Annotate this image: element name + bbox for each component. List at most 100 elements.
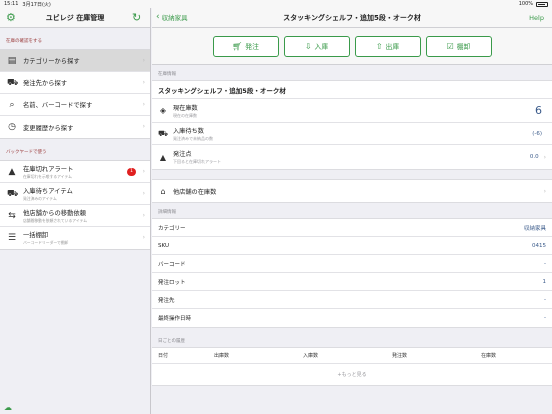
ship-button[interactable]: ⇧ 出庫 (354, 35, 421, 57)
alert-icon: ▲ (8, 166, 16, 177)
menu-check: ▤ カテゴリーから探す › ⛟ 発注先から探す › ⌕ 名前、バーコードで探す … (0, 49, 150, 139)
sidebar-item-label: 入庫待ちアイテム (23, 187, 73, 195)
detail-row: 最終操作日時 - (152, 309, 552, 327)
sidebar-item-sub: バーコードリーダーで棚卸 (23, 240, 69, 245)
box-icon: ▤ (7, 55, 17, 66)
history-col-order: 発注数 (392, 353, 408, 359)
detail-value: 1 (542, 278, 547, 285)
truck-icon: ⛟ (7, 188, 19, 199)
order-point-row[interactable]: ▲ 発注点 下回ると在庫切れアラート 0.0 › (152, 145, 552, 169)
receive-button[interactable]: ⇩ 入庫 (283, 35, 350, 57)
sidebar-item-category[interactable]: ▤ カテゴリーから探す › (0, 50, 150, 72)
chevron-right-icon: › (543, 187, 546, 195)
chevron-right-icon: › (142, 234, 145, 241)
detail-card: カテゴリー 収納家具 SKU 0415 バーコード - 発注ロット 1 発注先 - 最終操… (152, 218, 552, 328)
sidebar-item-bulk-inventory[interactable]: ☰ 一括棚卸 バーコードリーダーで棚卸 › (0, 227, 150, 249)
section-header-stock: 在庫情報 (158, 72, 176, 77)
check-icon: ☑ (446, 41, 454, 51)
sidebar-item-history[interactable]: ◷ 変更履歴から探す › (0, 116, 150, 138)
other-stores-card: ⌂ 他店舗の在庫数 › (152, 179, 552, 203)
order-button[interactable]: 🛒︎ 発注 (212, 35, 279, 57)
outbox-icon: ⇧ (375, 41, 383, 51)
sidebar-item-label: カテゴリーから探す (23, 58, 80, 65)
chevron-right-icon: › (142, 190, 145, 197)
chevron-right-icon: › (543, 153, 546, 161)
incoming-row: ⛟ 入庫待ち数 発注済みで未納品の数 (-6) (152, 123, 552, 145)
app-title: ユビレジ 在庫管理 (45, 13, 105, 22)
section-header-history: 日ごとの履歴 (158, 339, 185, 344)
menu-backyard: ▲ 在庫切れアラート 在庫切れを示唆するアイテム 1 › ⛟ 入庫待ちアイテム … (0, 160, 150, 250)
history-table-header: 日付 出庫数 入庫数 発注数 在庫数 (152, 347, 552, 364)
status-date: 3月17日(火) (22, 1, 51, 8)
detail-label: カテゴリー (158, 225, 186, 232)
incoming-sub: 発注済みで未納品の数 (173, 135, 213, 141)
sidebar: ⚙ ユビレジ 在庫管理 ↻ 在庫の確認をする ▤ カテゴリーから探す › ⛟ 発… (0, 8, 151, 414)
back-button[interactable]: ‹ 収納家具 (156, 12, 188, 22)
sidebar-item-label: 変更履歴から探す (23, 124, 74, 132)
detail-label: 最終操作日時 (158, 316, 192, 322)
sidebar-item-sub: 発注済みのアイテム (23, 195, 57, 201)
sync-icon[interactable]: ☁ (4, 403, 14, 412)
battery-icon (536, 1, 548, 7)
sidebar-item-sub: 在庫切れを示唆するアイテム (23, 173, 72, 179)
sidebar-item-search[interactable]: ⌕ 名前、バーコードで探す › (0, 94, 150, 116)
stocktake-label: 棚卸 (456, 43, 471, 51)
detail-row: バーコード - (152, 255, 552, 273)
sidebar-item-label: 在庫切れアラート (23, 165, 74, 173)
history-col-stock: 在庫数 (481, 353, 497, 359)
help-button[interactable]: Help (529, 14, 544, 22)
receive-label: 入庫 (314, 43, 329, 51)
order-point-label: 発注点 (173, 151, 192, 158)
sidebar-item-transfer[interactable]: ⇆ 他店舗からの移動依頼 店舗間移動を依頼されているアイテム › (0, 205, 150, 227)
detail-value: - (544, 296, 546, 303)
store-icon: ⌂ (160, 186, 166, 196)
detail-value: - (544, 260, 546, 267)
order-label: 発注 (245, 43, 259, 51)
sidebar-item-label: 名前、バーコードで探す (23, 102, 93, 109)
history-col-in: 入庫数 (303, 353, 319, 359)
chevron-right-icon: › (142, 57, 145, 64)
sidebar-item-label: 発注先から探す (23, 80, 68, 87)
ship-label: 出庫 (385, 43, 400, 51)
clock-icon: ◷ (8, 122, 16, 132)
back-label: 収納家具 (161, 14, 188, 22)
detail-value: 収納家具 (523, 225, 546, 232)
incoming-label: 入庫待ち数 (173, 127, 204, 135)
refresh-icon[interactable]: ↻ (132, 12, 144, 24)
chevron-right-icon: › (142, 79, 145, 86)
search-icon: ⌕ (9, 99, 15, 110)
incoming-value: (-6) (532, 130, 542, 137)
history-col-date: 日付 (158, 353, 169, 359)
alert-count-badge: 1 (127, 168, 136, 176)
history-col-out: 出庫数 (214, 353, 230, 359)
sidebar-nav-bar: ⚙ ユビレジ 在庫管理 ↻ (0, 8, 150, 28)
list-icon: ☰ (7, 233, 17, 243)
status-time: 15:11 (4, 0, 19, 7)
sidebar-item-supplier[interactable]: ⛟ 発注先から探す › (0, 72, 150, 94)
detail-value: 0415 (532, 242, 546, 249)
section-header-check: 在庫の確認をする (6, 39, 42, 44)
other-stores-row[interactable]: ⌂ 他店舗の在庫数 › (152, 180, 552, 202)
sidebar-item-label: 一括棚卸 (23, 232, 49, 239)
alert-icon: ▲ (159, 152, 167, 162)
detail-label: 発注先 (158, 297, 175, 304)
gear-icon[interactable]: ⚙ (6, 12, 18, 24)
other-stores-label: 他店舗の在庫数 (173, 188, 217, 196)
chevron-right-icon: › (142, 212, 145, 219)
stock-sub: 現在の在庫数 (173, 112, 197, 118)
order-point-sub: 下回ると在庫切れアラート (173, 159, 221, 164)
inbox-icon: ⇩ (304, 41, 312, 51)
section-header-detail: 詳細情報 (158, 210, 176, 215)
sidebar-item-incoming[interactable]: ⛟ 入庫待ちアイテム 発注済みのアイテム › (0, 183, 150, 205)
detail-pane: ‹ 収納家具 スタッキングシェルフ・追加5段・オーク材 Help 🛒︎ 発注 ⇩… (152, 8, 552, 414)
stocktake-button[interactable]: ☑ 棚卸 (425, 35, 492, 57)
sidebar-item-alert[interactable]: ▲ 在庫切れアラート 在庫切れを示唆するアイテム 1 › (0, 161, 150, 183)
status-bar: 15:11 3月17日(火) 100% (0, 0, 552, 8)
show-more-button[interactable]: +もっと見る (152, 364, 552, 386)
detail-nav-bar: ‹ 収納家具 スタッキングシェルフ・追加5段・オーク材 Help (152, 8, 552, 28)
transfer-icon: ⇆ (8, 210, 16, 221)
detail-row: 発注先 - (152, 291, 552, 309)
detail-label: SKU (158, 242, 169, 249)
action-toolbar: 🛒︎ 発注 ⇩ 入庫 ⇧ 出庫 ☑ 棚卸 (152, 28, 552, 65)
sidebar-item-sub: 店舗間移動を依頼されているアイテム (23, 217, 88, 223)
